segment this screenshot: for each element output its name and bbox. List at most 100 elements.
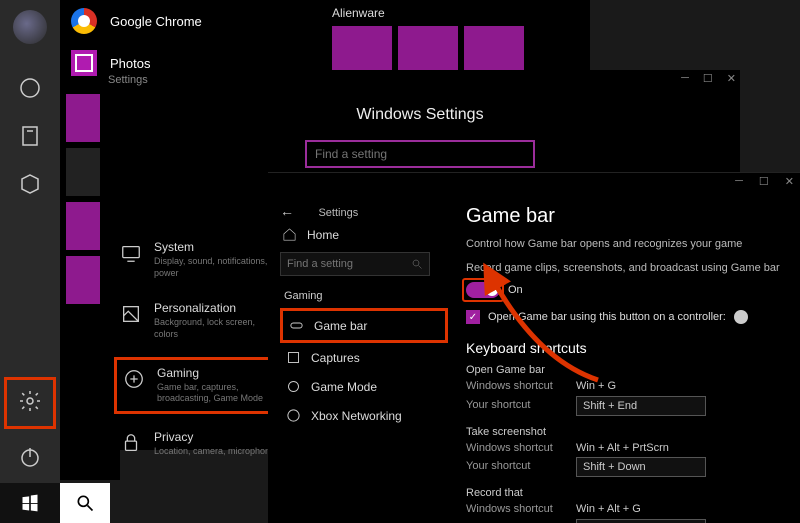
privacy-icon (120, 432, 142, 454)
cat-sub: Display, sound, notifications, power (154, 256, 280, 279)
shortcut-input[interactable] (576, 457, 706, 477)
start-app-label: Photos (110, 56, 150, 71)
search-icon (75, 493, 95, 513)
sidebar-item-gamebar[interactable]: Game bar (280, 308, 448, 343)
start-tile[interactable] (464, 26, 524, 76)
xbox-icon (286, 408, 301, 423)
close-button[interactable]: ✕ (785, 175, 794, 188)
gear-icon (18, 389, 42, 413)
start-tile[interactable] (332, 26, 392, 76)
sidebar-item-captures[interactable]: Captures (280, 343, 448, 372)
shortcut-your-label: Your shortcut (466, 397, 576, 415)
sidebar-item-gamemode[interactable]: Game Mode (280, 372, 448, 401)
settings-search-input[interactable] (305, 140, 535, 168)
start-app-label: Google Chrome (110, 14, 202, 29)
settings-sidebar: ← Settings Home Gaming Game bar Captures (268, 195, 448, 523)
start-app-chrome[interactable]: Google Chrome (60, 0, 320, 42)
system-icon (120, 242, 142, 264)
checkbox-label: Open Game bar using this button on a con… (488, 311, 726, 323)
maximize-button[interactable]: ☐ (759, 175, 769, 188)
page-title: Game bar (466, 205, 782, 228)
settings-cat-system[interactable]: System Display, sound, notifications, pow… (120, 240, 280, 279)
tile-group-label: Alienware (332, 6, 578, 20)
settings-cat-personalization[interactable]: Personalization Background, lock screen, … (120, 301, 280, 340)
shortcut-win-value: Win + Alt + G (576, 501, 641, 519)
window-titlebar[interactable]: ─ ☐ ✕ (268, 173, 800, 195)
shortcut-title: Take screenshot (466, 426, 782, 438)
sidebar-item-label: Xbox Networking (311, 409, 402, 423)
window-titlebar[interactable]: Settings ─ ☐ ✕ (100, 70, 740, 96)
taskbar-app-edge[interactable] (16, 74, 44, 102)
toggle-state-label: On (508, 284, 523, 296)
cat-sub: Background, lock screen, colors (154, 317, 280, 340)
toggle-description: Record game clips, screenshots, and broa… (466, 262, 782, 274)
gamebar-icon (289, 318, 304, 333)
shortcut-title: Open Game bar (466, 364, 782, 376)
shortcut-win-value: Win + G (576, 378, 616, 396)
cat-label: Gaming (157, 366, 277, 380)
shortcut-win-value: Win + Alt + PrtScrn (576, 440, 669, 458)
close-button[interactable]: ✕ (727, 72, 736, 85)
power-icon (18, 445, 42, 469)
search-icon (411, 258, 423, 270)
settings-main: Game bar Control how Game bar opens and … (448, 195, 800, 523)
power-button[interactable] (16, 443, 44, 471)
shortcut-win-label: Windows shortcut (466, 378, 576, 396)
gamemode-icon (286, 379, 301, 394)
taskbar-app-store[interactable] (16, 122, 44, 150)
taskbar (0, 0, 60, 523)
sidebar-home-label: Home (307, 228, 339, 242)
shortcut-input[interactable] (576, 519, 706, 523)
settings-heading: Windows Settings (100, 106, 740, 124)
user-avatar[interactable] (13, 10, 47, 44)
shortcut-take-screenshot: Take screenshot Windows shortcutWin + Al… (466, 426, 782, 478)
maximize-button[interactable]: ☐ (703, 72, 713, 85)
start-bottom-row (0, 483, 110, 523)
gaming-settings-window: ─ ☐ ✕ ← Settings Home Gaming Game bar (268, 172, 800, 523)
gamebar-toggle[interactable] (466, 282, 500, 298)
shortcut-input[interactable] (576, 396, 706, 416)
sidebar-item-label: Game Mode (311, 380, 377, 394)
minimize-button[interactable]: ─ (735, 175, 743, 188)
captures-icon (286, 350, 301, 365)
sidebar-item-label: Captures (311, 351, 360, 365)
settings-cat-privacy[interactable]: Privacy Location, camera, microphone (120, 430, 280, 458)
shortcut-your-label: Your shortcut (466, 458, 576, 476)
personalization-icon (120, 303, 142, 325)
cat-label: Personalization (154, 301, 280, 315)
settings-cat-gaming[interactable]: Gaming Game bar, captures, broadcasting, … (114, 357, 286, 414)
cat-label: System (154, 240, 280, 254)
sidebar-item-xbox[interactable]: Xbox Networking (280, 401, 448, 430)
xbox-guide-icon (734, 310, 748, 324)
shortcut-win-label: Windows shortcut (466, 440, 576, 458)
window-title: Settings (108, 74, 148, 86)
gaming-icon (123, 368, 145, 390)
taskbar-search[interactable] (60, 483, 110, 523)
controller-checkbox[interactable]: ✓ (466, 310, 480, 324)
start-button[interactable] (0, 483, 60, 523)
cat-sub: Game bar, captures, broadcasting, Game M… (157, 382, 277, 405)
start-tile[interactable] (398, 26, 458, 76)
minimize-button[interactable]: ─ (681, 72, 689, 85)
settings-button[interactable] (18, 389, 42, 418)
settings-button-highlight (4, 377, 56, 429)
chrome-icon (70, 7, 98, 35)
shortcut-open-gamebar: Open Game bar Windows shortcutWin + G Yo… (466, 364, 782, 416)
sidebar-section-label: Settings (318, 207, 358, 219)
cat-label: Privacy (154, 430, 275, 444)
home-icon (282, 227, 297, 242)
windows-icon (20, 493, 40, 513)
back-button[interactable]: ← (280, 203, 294, 219)
sidebar-group-label: Gaming (284, 290, 448, 302)
shortcut-title: Record that (466, 487, 782, 499)
cat-sub: Location, camera, microphone (154, 446, 275, 458)
photos-icon (70, 49, 98, 77)
sidebar-search-input[interactable] (281, 258, 401, 270)
sidebar-search[interactable] (280, 252, 430, 276)
shortcut-win-label: Windows shortcut (466, 501, 576, 519)
sidebar-item-label: Game bar (314, 319, 367, 333)
shortcut-record-that: Record that Windows shortcutWin + Alt + … (466, 487, 782, 523)
taskbar-app-3d[interactable] (16, 170, 44, 198)
page-description: Control how Game bar opens and recognize… (466, 238, 782, 250)
sidebar-home[interactable]: Home (282, 227, 448, 242)
